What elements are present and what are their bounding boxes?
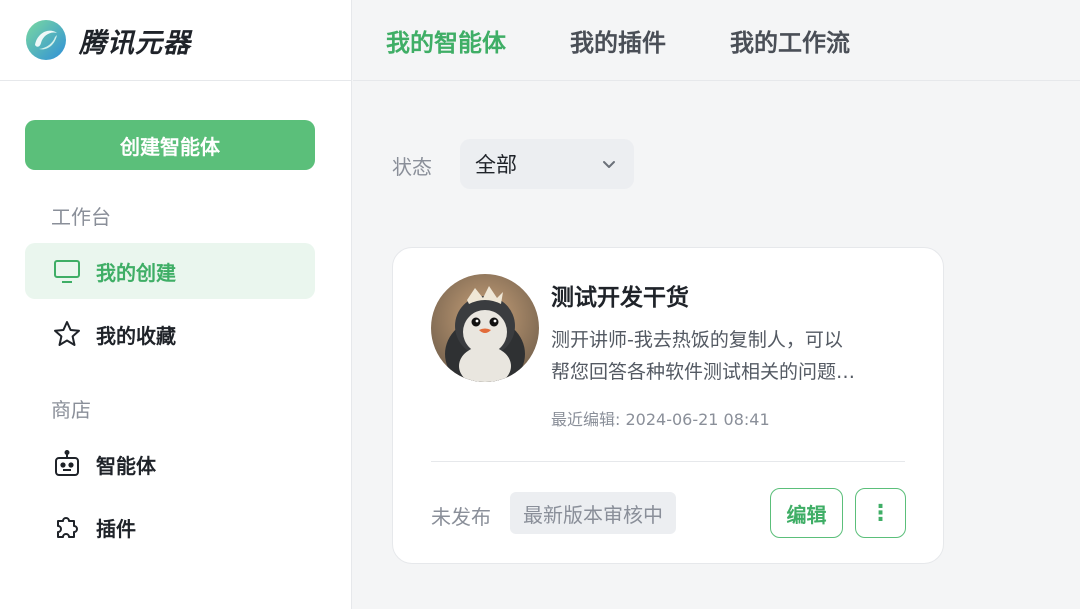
sidebar-item-label: 插件	[96, 516, 136, 541]
status-filter-value: 全部	[475, 153, 517, 177]
sidebar-item-my-favorites[interactable]: 我的收藏	[25, 306, 315, 362]
publish-status: 未发布	[431, 505, 491, 529]
status-filter-select[interactable]: 全部	[460, 139, 634, 189]
review-status-badge: 最新版本审核中	[510, 492, 676, 534]
app-root: 腾讯元器 创建智能体 工作台 我的创建 我的收藏 商店 智能体 插件 我的智能体…	[0, 0, 1080, 609]
card-divider	[431, 461, 905, 462]
agent-description-line: 测开讲师-我去热饭的复制人，可以	[551, 329, 843, 351]
robot-icon	[52, 449, 82, 479]
create-agent-button[interactable]: 创建智能体	[25, 120, 315, 170]
tab-my-workflows[interactable]: 我的工作流	[730, 23, 850, 58]
sidebar-item-plugins[interactable]: 插件	[25, 499, 315, 555]
more-options-button[interactable]: ⋮	[855, 488, 906, 538]
sidebar: 腾讯元器 创建智能体 工作台 我的创建 我的收藏 商店 智能体 插件	[0, 0, 352, 609]
brand-header[interactable]: 腾讯元器	[0, 0, 352, 81]
monitor-icon	[52, 256, 82, 286]
star-icon	[52, 319, 82, 349]
sidebar-item-label: 智能体	[96, 453, 156, 478]
sidebar-item-agents[interactable]: 智能体	[25, 436, 315, 492]
brand-name: 腾讯元器	[79, 27, 191, 59]
agent-avatar	[431, 274, 539, 382]
tab-my-plugins[interactable]: 我的插件	[570, 23, 666, 58]
section-label-store: 商店	[51, 398, 91, 422]
edit-button[interactable]: 编辑	[770, 488, 843, 538]
sidebar-item-label: 我的创建	[96, 260, 176, 285]
sidebar-item-my-creations[interactable]: 我的创建	[25, 243, 315, 299]
last-edited-time: 最近编辑: 2024-06-21 08:41	[551, 410, 770, 429]
agent-title: 测试开发干货	[551, 285, 689, 311]
section-label-workbench: 工作台	[51, 205, 111, 229]
penguin-avatar-icon	[431, 274, 539, 382]
agent-description: 测开讲师-我去热饭的复制人，可以 帮您回答各种软件测试相关的问题…	[551, 324, 911, 388]
agent-description-line: 帮您回答各种软件测试相关的问题…	[551, 361, 856, 383]
brand-logo-icon	[26, 20, 66, 60]
status-filter-label: 状态	[392, 155, 432, 179]
sidebar-item-label: 我的收藏	[96, 323, 176, 348]
tab-my-agents[interactable]: 我的智能体	[386, 23, 506, 58]
chevron-down-icon	[603, 161, 615, 168]
top-tabs: 我的智能体 我的插件 我的工作流	[353, 0, 1080, 81]
puzzle-icon	[52, 512, 82, 542]
agent-card[interactable]: 测试开发干货 测开讲师-我去热饭的复制人，可以 帮您回答各种软件测试相关的问题……	[392, 247, 944, 564]
